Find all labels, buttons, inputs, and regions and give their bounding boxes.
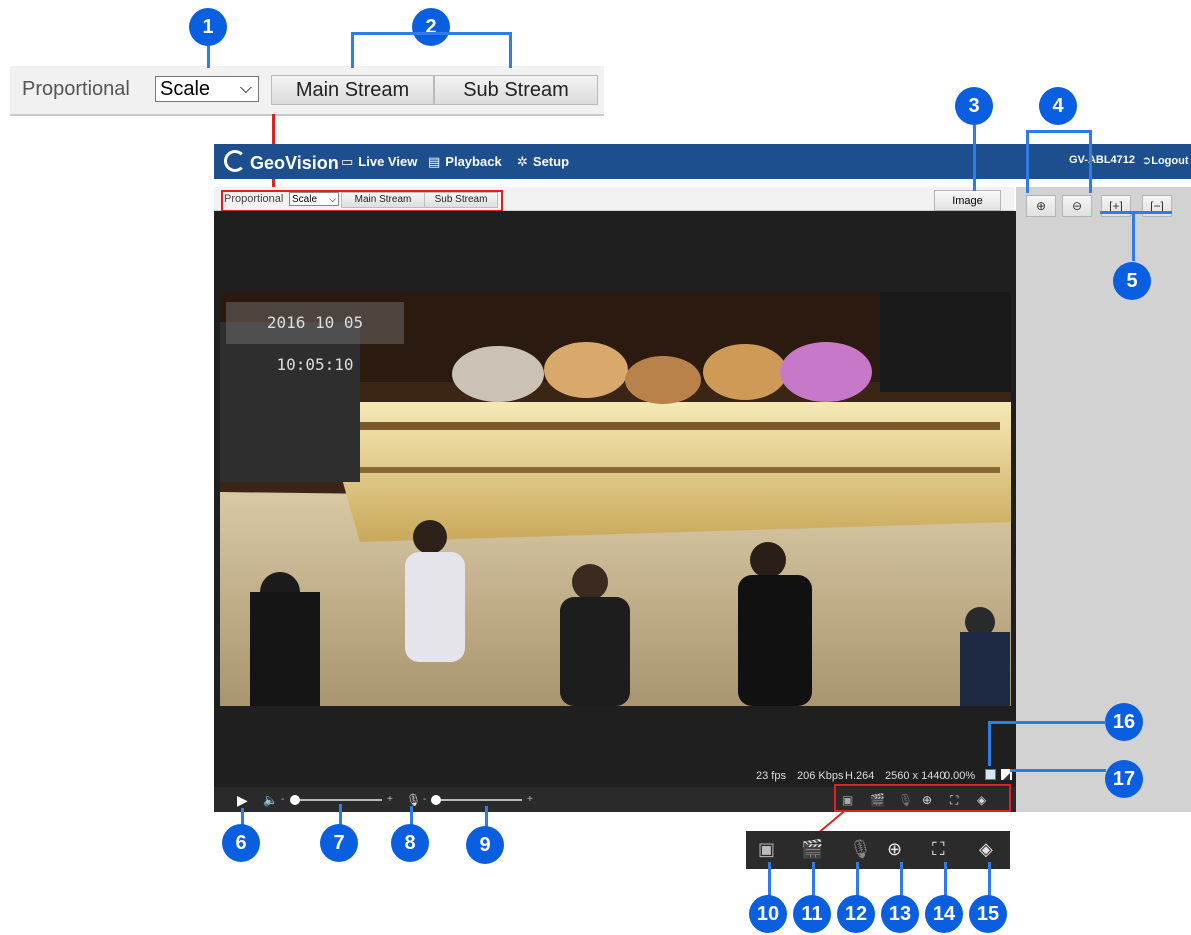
microphone-icon[interactable]: 🎙 (406, 793, 421, 807)
callout-scale-select[interactable]: Scale ⌵ (155, 76, 259, 102)
mic-volume-minus: - (423, 794, 427, 805)
video-timestamp-osd: 2016 10 05 10:05:10 (226, 302, 404, 374)
tab-setup[interactable]: ✲ Setup (517, 154, 569, 170)
badge-17-line (1010, 769, 1106, 772)
mic-volume-knob[interactable] (431, 795, 441, 805)
badge-9-line (485, 806, 488, 828)
badge-4-bracket-right (1089, 130, 1092, 193)
zoom-in-icon: ⊕ (1035, 199, 1047, 213)
resize-icon (1003, 773, 1010, 780)
toolbar-highlight-box (221, 190, 503, 212)
badge-8-line (410, 806, 413, 826)
stat-fps: 23 fps (756, 770, 786, 782)
ptz-icon: ◈ (979, 839, 993, 859)
badge-15: 15 (969, 895, 1007, 933)
record-icon: 🎬 (801, 839, 824, 859)
mic-off-icon: 🎙 (849, 839, 872, 859)
badge-5-bracket (1100, 211, 1172, 214)
stat-loss: 0.00% (944, 770, 976, 782)
badge-9: 9 (466, 826, 504, 864)
badge-12-line (856, 862, 859, 896)
geovision-logo: GeoVision (224, 150, 339, 174)
badge-6: 6 (222, 824, 260, 862)
stat-codec: H.264 (845, 770, 875, 782)
zoom-out-icon: ⊖ (1071, 199, 1083, 213)
badge-1: 1 (189, 8, 227, 46)
speaker-volume-knob[interactable] (290, 795, 300, 805)
badge-2-bracket (351, 32, 511, 35)
enlarged-icon-strip: ▣ 🎬 🎙 ⊕ ⛶ ◈ (746, 831, 1010, 869)
badge-14-line (944, 862, 947, 896)
top-nav-bar: GeoVision ▭ Live View ▤ Playback ✲ Setup GV… (214, 144, 1191, 182)
badge-17: 17 (1105, 760, 1143, 798)
controls-highlight-box (834, 784, 1011, 812)
badge-3: 3 (955, 87, 993, 125)
logout-icon: ➲ (1142, 155, 1152, 167)
badge-7: 7 (320, 824, 358, 862)
badge-1-line (207, 46, 210, 68)
callout-sub-stream-button[interactable]: Sub Stream (434, 75, 598, 105)
badge-4-bracket-left (1026, 130, 1029, 193)
badge-13: 13 (881, 895, 919, 933)
badge-4-bracket (1026, 130, 1092, 133)
badge-16-line-h (988, 721, 1106, 724)
zoom-in-button[interactable]: ⊕ (1026, 195, 1056, 217)
zoom-out-button[interactable]: ⊖ (1062, 195, 1092, 217)
badge-16: 16 (1105, 703, 1143, 741)
badge-10-line (768, 862, 771, 896)
chevron-down-icon: ⌵ (239, 80, 252, 97)
original-size-icon[interactable] (985, 769, 996, 780)
badge-14: 14 (925, 895, 963, 933)
gear-icon: ✲ (517, 154, 528, 169)
play-icon[interactable]: ▶ (237, 792, 248, 809)
speaker-mute-icon[interactable]: 🔈 (263, 793, 278, 807)
badge-11-line (812, 862, 815, 896)
mic-volume-plus: + (527, 794, 533, 805)
snapshot-icon: ▣ (758, 839, 776, 859)
digital-zoom-icon: ⊕ (887, 839, 903, 859)
badge-3-line (973, 125, 976, 191)
badge-16-line-v (988, 721, 991, 766)
film-icon: ▤ (428, 154, 441, 169)
device-name: GV-ABL4712 (1069, 154, 1136, 166)
badge-2-bracket-right (509, 32, 512, 68)
monitor-icon: ▭ (341, 154, 354, 169)
callout-toolbar: Proportional Scale ⌵ Main Stream Sub Str… (10, 66, 604, 116)
speaker-volume-plus: + (387, 794, 393, 805)
badge-10: 10 (749, 895, 787, 933)
logout-link[interactable]: ➲Logout (1142, 154, 1188, 167)
badge-11: 11 (793, 895, 831, 933)
tab-live-view[interactable]: ▭ Live View (332, 154, 426, 182)
badge-2-bracket-left (351, 32, 354, 68)
callout-proportional-label: Proportional (22, 78, 130, 100)
image-button[interactable]: Image (934, 190, 1001, 211)
fullscreen-icon: ⛶ (932, 839, 945, 859)
badge-12: 12 (837, 895, 875, 933)
speaker-volume-slider[interactable] (292, 799, 382, 801)
speaker-volume-minus: - (281, 794, 285, 805)
live-view-area: 2016 10 05 10:05:10 23 fps 206 Kbps H.26… (214, 211, 1016, 787)
tab-playback[interactable]: ▤ Playback (428, 154, 502, 170)
mic-volume-slider[interactable] (434, 799, 522, 801)
badge-2: 2 (412, 8, 450, 46)
badge-7-line (339, 804, 342, 826)
callout-scale-value: Scale (160, 78, 211, 100)
badge-5: 5 (1113, 262, 1151, 300)
badge-5-line (1132, 211, 1135, 261)
camera-video-feed: 2016 10 05 10:05:10 (220, 292, 1011, 706)
stat-bitrate: 206 Kbps (797, 770, 844, 782)
zoom-side-panel: ⊕ ⊖ [+] [−] (1016, 187, 1191, 812)
callout-main-stream-button[interactable]: Main Stream (271, 75, 434, 105)
badge-15-line (988, 862, 991, 896)
badge-13-line (900, 862, 903, 896)
stat-resolution: 2560 x 1440 (885, 770, 946, 782)
badge-4: 4 (1039, 87, 1077, 125)
badge-8: 8 (391, 824, 429, 862)
